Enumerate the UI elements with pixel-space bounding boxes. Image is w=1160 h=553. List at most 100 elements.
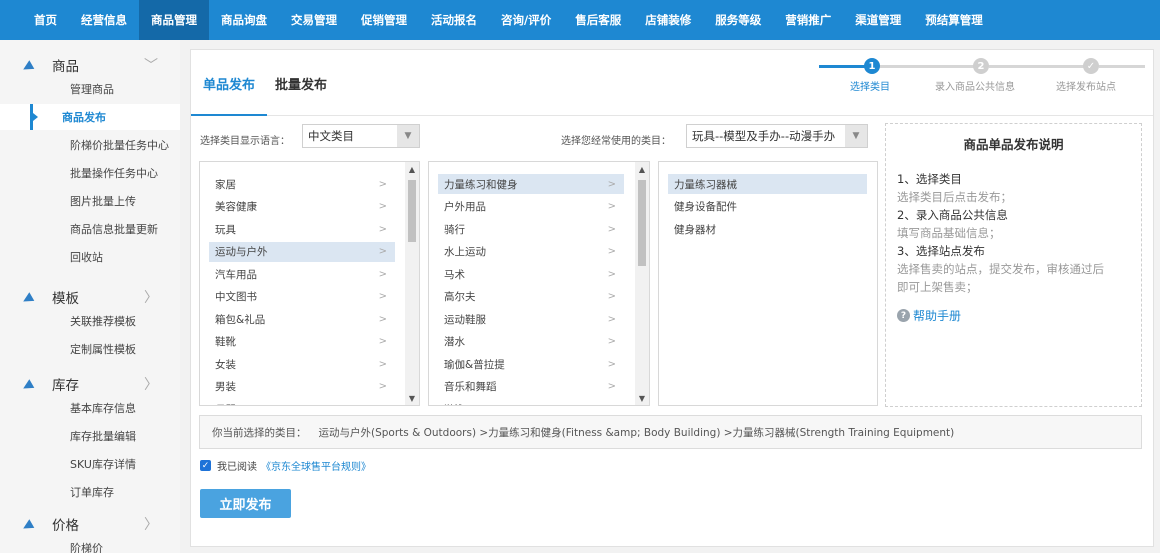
category-item[interactable]: 瑜伽&普拉提 >: [438, 354, 624, 374]
nav-item[interactable]: 促销管理: [349, 0, 419, 40]
step-label: 录入商品公共信息: [935, 82, 1015, 93]
nav-item[interactable]: 营销推广: [773, 0, 843, 40]
nav-item[interactable]: 首页: [22, 0, 69, 40]
category-item[interactable]: 户外用品 >: [438, 197, 624, 217]
category-item[interactable]: 力量练习和健身 >: [438, 174, 624, 194]
language-select[interactable]: 中文类目 ▼: [302, 124, 420, 148]
category-item[interactable]: 运动鞋服 >: [438, 309, 624, 329]
category-item[interactable]: 汽车用品 >: [209, 264, 395, 284]
sidebar-item[interactable]: 商品信息批量更新: [0, 216, 180, 242]
sidebar-item[interactable]: 回收站: [0, 244, 180, 270]
category-item[interactable]: 健身设备配件: [668, 197, 867, 217]
category-item-label: 力量练习器械: [674, 178, 737, 191]
scroll-down-icon[interactable]: ▼: [405, 391, 419, 405]
category-item[interactable]: 健身器材: [668, 219, 867, 239]
sidebar-item[interactable]: 管理商品: [0, 76, 180, 102]
nav-item[interactable]: 服务等级: [703, 0, 773, 40]
category-item[interactable]: 玩具 >: [209, 219, 395, 239]
sidebar-item[interactable]: 基本库存信息: [0, 395, 180, 421]
category-item[interactable]: 马术 >: [438, 264, 624, 284]
sidebar-item[interactable]: 关联推荐模板: [0, 308, 180, 334]
category-item[interactable]: 水上运动 >: [438, 242, 624, 262]
sidebar-group-header[interactable]: ◀ 商品 ﹀: [0, 54, 180, 76]
common-category-label: 选择您经常使用的类目：: [561, 136, 671, 147]
scroll-down-icon[interactable]: ▼: [635, 391, 649, 405]
nav-item[interactable]: 交易管理: [279, 0, 349, 40]
category-item[interactable]: 骑行 >: [438, 219, 624, 239]
category-column-level2[interactable]: ▲ ▼ 力量练习和健身 > 户外用品 > 骑行 > 水上运动 > 马术 > 高尔夫 > 运动鞋服 > 潜水 >…: [428, 161, 650, 406]
sidebar-group-header[interactable]: ◀ 库存 〉: [0, 373, 180, 395]
category-item[interactable]: 男装 >: [209, 377, 395, 397]
send-icon: ◀: [19, 376, 36, 395]
scroll-up-icon[interactable]: ▲: [405, 162, 419, 176]
instruction-step-title: 3、选择站点发布: [897, 244, 985, 258]
chevron-down-icon: ▼: [845, 125, 867, 147]
sidebar-item[interactable]: SKU库存详情: [0, 451, 180, 477]
sidebar-item-label: 图片批量上传: [70, 195, 136, 208]
chevron-down-icon: ﹀: [144, 58, 158, 74]
sidebar-item[interactable]: 订单库存: [0, 479, 180, 505]
category-item[interactable]: 女装 >: [209, 354, 395, 374]
category-item[interactable]: 箱包&礼品 >: [209, 309, 395, 329]
agree-checkbox[interactable]: ✓: [200, 460, 211, 471]
help-manual-label: 帮助手册: [913, 309, 962, 323]
sidebar-item[interactable]: 阶梯价批量任务中心: [0, 132, 180, 158]
path-value: 运动与户外(Sports & Outdoors) >力量练习和健身(Fitnes…: [318, 426, 955, 439]
chevron-right-icon: >: [379, 404, 387, 406]
category-item[interactable]: 中文图书 >: [209, 287, 395, 307]
chevron-right-icon: >: [607, 201, 616, 212]
tab-single-publish[interactable]: 单品发布: [203, 74, 255, 93]
category-item[interactable]: 家居 >: [209, 174, 395, 194]
nav-item[interactable]: 售后客服: [563, 0, 633, 40]
sidebar-group-title: 模板: [52, 291, 79, 307]
sidebar-item[interactable]: 图片批量上传: [0, 188, 180, 214]
sidebar-item[interactable]: 批量操作任务中心: [0, 160, 180, 186]
nav-item[interactable]: 经营信息: [69, 0, 139, 40]
category-item[interactable]: 音乐和舞蹈 >: [438, 377, 624, 397]
sidebar-item[interactable]: 阶梯价: [0, 535, 180, 553]
nav-item[interactable]: 活动报名: [419, 0, 489, 40]
sidebar-group: ◀ 价格 〉: [0, 513, 180, 535]
scroll-thumb[interactable]: [408, 180, 416, 242]
category-item[interactable]: 潜水 >: [438, 332, 624, 352]
nav-item[interactable]: 商品询盘: [209, 0, 279, 40]
sidebar-item[interactable]: 库存批量编辑: [0, 423, 180, 449]
scroll-up-icon[interactable]: ▲: [635, 162, 649, 176]
scroll-thumb[interactable]: [638, 180, 646, 266]
category-item[interactable]: 游泳 >: [438, 399, 624, 406]
sidebar-group: ◀ 商品 ﹀: [0, 54, 180, 76]
category-item[interactable]: 母婴 >: [209, 399, 395, 406]
category-item[interactable]: 美容健康 >: [209, 197, 395, 217]
sidebar-item[interactable]: 商品发布: [0, 104, 180, 130]
help-manual-link[interactable]: ? 帮助手册: [897, 307, 961, 324]
nav-item[interactable]: 渠道管理: [843, 0, 913, 40]
platform-rules-link[interactable]: 《京东全球售平台规则》: [261, 458, 371, 473]
top-nav: 首页 经营信息 商品管理 商品询盘 交易管理 促销管理 活动报名 咨询/评价 售后客服 店铺装修服…: [0, 0, 1160, 40]
sidebar-item-label: 订单库存: [70, 486, 114, 499]
publish-now-button[interactable]: 立即发布: [200, 489, 291, 518]
sidebar-item-label: 定制属性模板: [70, 343, 136, 356]
sidebar-group-header[interactable]: ◀ 模板 〉: [0, 286, 180, 308]
instruction-step-title: 1、选择类目: [897, 172, 962, 186]
category-item[interactable]: 高尔夫 >: [438, 287, 624, 307]
step-connector: [989, 65, 1084, 68]
scrollbar[interactable]: ▲ ▼: [635, 162, 649, 405]
common-category-select[interactable]: 玩具--模型及手办--动漫手办 ▼: [686, 124, 868, 148]
category-item-label: 水上运动: [444, 246, 486, 258]
nav-item[interactable]: 店铺装修: [633, 0, 703, 40]
nav-item[interactable]: 咨询/评价: [489, 0, 563, 40]
category-item-label: 美容健康: [215, 201, 257, 213]
step-label: 选择类目: [850, 82, 890, 93]
chevron-right-icon: >: [378, 268, 387, 280]
tab-batch-publish[interactable]: 批量发布: [275, 74, 327, 93]
nav-item[interactable]: 预结算管理: [913, 0, 995, 40]
category-item[interactable]: 力量练习器械: [668, 174, 867, 194]
scrollbar[interactable]: ▲ ▼: [405, 162, 419, 405]
category-item[interactable]: 运动与户外 >: [209, 241, 395, 262]
sidebar-item[interactable]: 定制属性模板: [0, 336, 180, 362]
category-column-level3[interactable]: 力量练习器械健身设备配件 健身器材: [658, 161, 878, 406]
category-column-level1[interactable]: ▲ ▼ 家居 > 美容健康 > 玩具 > 运动与户外 > 汽车用品 > 中文图书 > 箱包&礼品 > 鞋靴 >…: [199, 161, 420, 406]
sidebar-group-header[interactable]: ◀ 价格 〉: [0, 513, 180, 535]
category-item[interactable]: 鞋靴 >: [209, 332, 395, 352]
nav-item[interactable]: 商品管理: [139, 0, 209, 40]
